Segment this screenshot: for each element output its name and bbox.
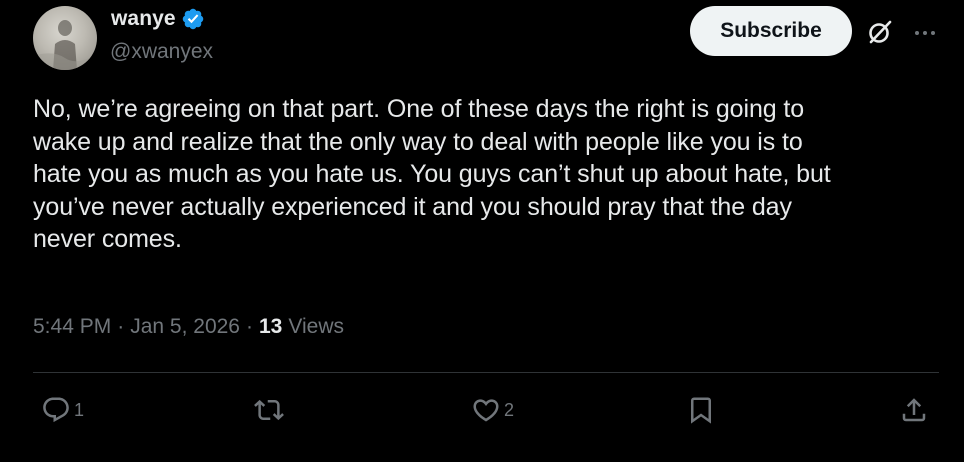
verified-badge-icon[interactable] [181, 7, 205, 31]
views-count: 13 [258, 315, 283, 338]
author-name-row: wanye [111, 7, 205, 31]
like-button[interactable]: 2 [471, 393, 514, 427]
subscribe-button[interactable]: Subscribe [690, 6, 852, 56]
grok-icon[interactable] [865, 17, 895, 47]
bookmark-icon [691, 397, 711, 424]
tweet-date[interactable]: Jan 5, 2026 [130, 315, 240, 339]
display-name[interactable]: wanye [111, 7, 176, 31]
bookmark-button[interactable] [686, 393, 716, 427]
avatar-figure-icon [33, 20, 97, 70]
share-icon [902, 398, 926, 422]
tweet-time[interactable]: 5:44 PM [33, 315, 111, 339]
divider [33, 372, 939, 373]
reply-count: 1 [74, 399, 85, 420]
views-label: Views [288, 315, 344, 338]
share-button[interactable] [899, 393, 929, 427]
tweet-meta: 5:44 PM · Jan 5, 2026 · 13 Views [33, 315, 344, 339]
repost-icon [254, 399, 284, 421]
repost-button[interactable] [254, 393, 287, 427]
reply-icon [43, 397, 69, 423]
author-handle[interactable]: @xwanyex [110, 40, 213, 64]
avatar[interactable] [33, 6, 97, 70]
tweet-card: wanye @xwanyex Subscribe No, we’re agree… [0, 0, 964, 462]
heart-icon [473, 399, 499, 422]
reply-button[interactable]: 1 [41, 393, 84, 427]
meta-separator: · [245, 315, 253, 338]
like-count: 2 [504, 399, 515, 420]
more-icon[interactable] [910, 18, 940, 48]
tweet-text: No, we’re agreeing on that part. One of … [33, 95, 831, 253]
meta-separator: · [117, 315, 125, 338]
